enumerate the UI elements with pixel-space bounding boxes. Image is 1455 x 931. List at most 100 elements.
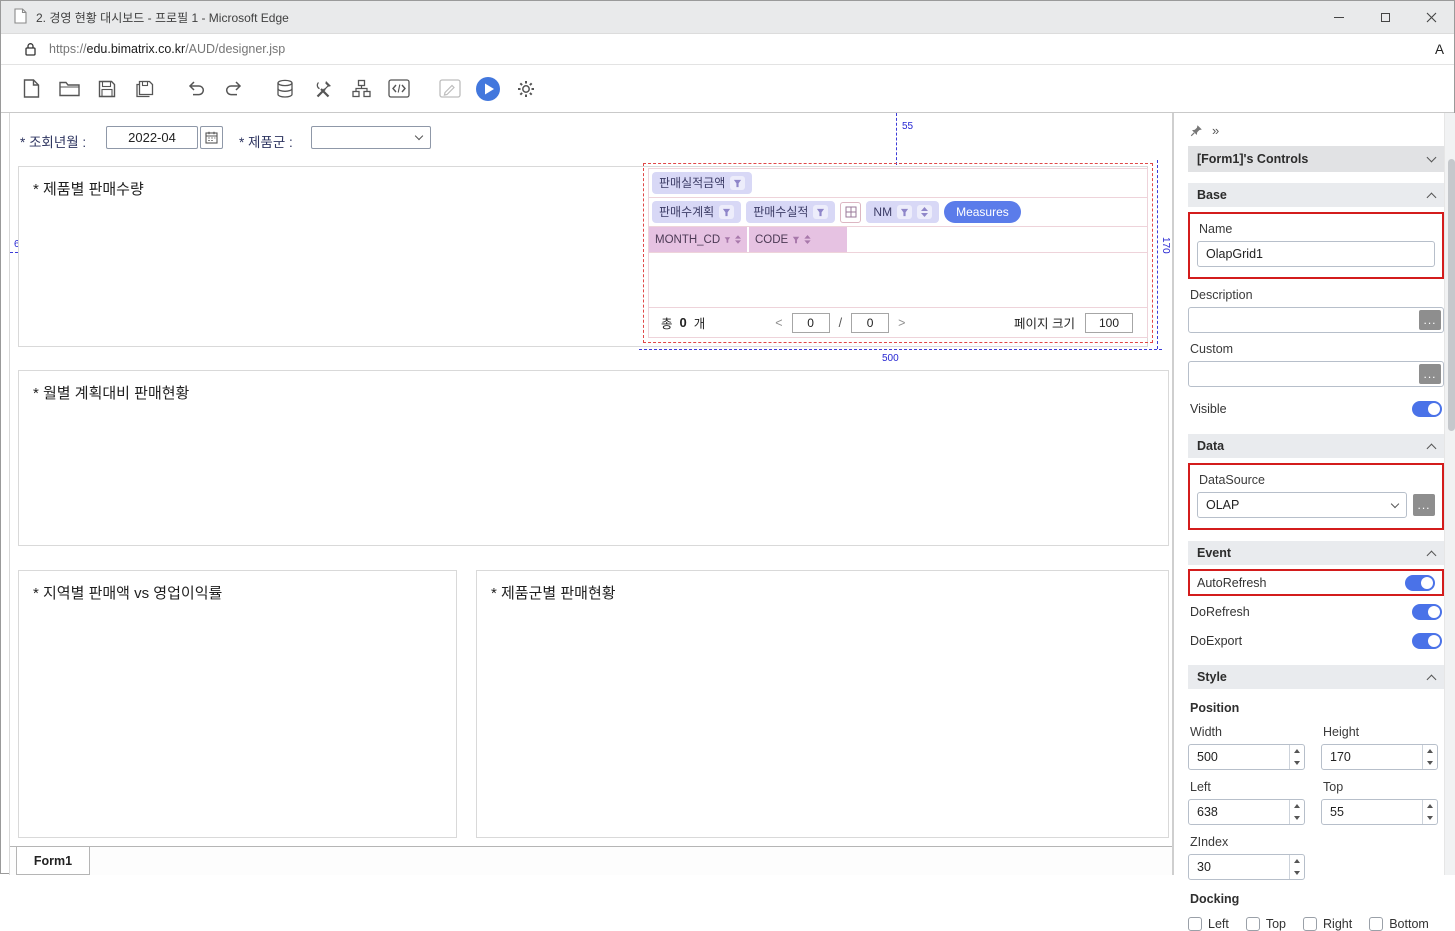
- section-data[interactable]: Data: [1188, 434, 1444, 458]
- row-field-cell[interactable]: CODE: [749, 227, 849, 252]
- top-input[interactable]: [1322, 800, 1422, 824]
- width-input[interactable]: [1189, 745, 1289, 769]
- docking-bottom-option[interactable]: Bottom: [1369, 917, 1429, 931]
- close-button[interactable]: [1408, 1, 1454, 33]
- undo-button[interactable]: [181, 74, 211, 104]
- visible-toggle[interactable]: [1412, 401, 1442, 417]
- spin-down-icon[interactable]: [1294, 871, 1300, 875]
- page-size-input[interactable]: [1085, 313, 1133, 333]
- section-base[interactable]: Base: [1188, 183, 1444, 207]
- docking-left-option[interactable]: Left: [1188, 917, 1229, 931]
- sitemap-button[interactable]: [346, 74, 376, 104]
- next-page-button[interactable]: >: [898, 316, 905, 330]
- checkbox-icon[interactable]: [1303, 917, 1317, 931]
- collapse-panel-icon[interactable]: »: [1212, 124, 1219, 137]
- spinner-buttons[interactable]: [1422, 745, 1437, 769]
- value-field-pill[interactable]: 판매실적금액: [652, 172, 752, 194]
- address-bar[interactable]: https://edu.bimatrix.co.kr/AUD/designer.…: [1, 34, 1454, 65]
- prev-page-button[interactable]: <: [775, 316, 782, 330]
- controls-dropdown[interactable]: [Form1]'s Controls: [1188, 146, 1444, 172]
- left-input[interactable]: [1189, 800, 1289, 824]
- measures-pill[interactable]: Measures: [944, 201, 1021, 223]
- dorefresh-toggle[interactable]: [1412, 604, 1442, 620]
- total-pages-input[interactable]: [851, 313, 889, 333]
- left-spinner[interactable]: [1188, 799, 1305, 825]
- row-field-cell[interactable]: MONTH_CD: [649, 227, 749, 252]
- spin-up-icon[interactable]: [1294, 749, 1300, 753]
- name-input[interactable]: [1197, 241, 1435, 267]
- tab-form1[interactable]: Form1: [16, 847, 90, 875]
- design-canvas[interactable]: * 조회년월 : * 제품군 : 55 638 * 제품별 판매수량 * 월별 …: [9, 113, 1173, 875]
- filter-icon[interactable]: [724, 236, 731, 244]
- lock-icon[interactable]: [25, 42, 36, 56]
- spin-down-icon[interactable]: [1294, 816, 1300, 820]
- filter-icon[interactable]: [792, 236, 800, 244]
- calendar-button[interactable]: [200, 126, 223, 149]
- maximize-button[interactable]: [1362, 1, 1408, 33]
- datasource-browse-button[interactable]: ...: [1413, 494, 1435, 516]
- spinner-buttons[interactable]: [1289, 855, 1304, 879]
- run-button[interactable]: [473, 74, 503, 104]
- settings-button[interactable]: [511, 74, 541, 104]
- spinner-buttons[interactable]: [1422, 800, 1437, 824]
- database-button[interactable]: [270, 74, 300, 104]
- sort-icon[interactable]: [917, 205, 932, 219]
- filter-icon[interactable]: [719, 205, 734, 219]
- description-input[interactable]: [1188, 307, 1444, 333]
- save-all-button[interactable]: [130, 74, 160, 104]
- nm-field-pill[interactable]: NM: [866, 201, 939, 223]
- read-aloud-icon[interactable]: A: [1435, 42, 1444, 57]
- filter-icon[interactable]: [813, 205, 828, 219]
- spin-down-icon[interactable]: [1427, 761, 1433, 765]
- checkbox-icon[interactable]: [1246, 917, 1260, 931]
- grid-layout-button[interactable]: [840, 202, 861, 223]
- current-page-input[interactable]: [792, 313, 830, 333]
- spinner-buttons[interactable]: [1289, 745, 1304, 769]
- panel-region-sales-vs-profit[interactable]: * 지역별 판매액 vs 영업이익률: [18, 570, 457, 838]
- doexport-toggle[interactable]: [1412, 633, 1442, 649]
- filter-icon[interactable]: [730, 176, 745, 190]
- height-spinner[interactable]: [1321, 744, 1438, 770]
- save-button[interactable]: [92, 74, 122, 104]
- spin-down-icon[interactable]: [1427, 816, 1433, 820]
- scrollbar[interactable]: [1444, 113, 1455, 875]
- date-input[interactable]: [106, 126, 198, 149]
- panel-monthly-plan-vs-sales[interactable]: * 월별 계획대비 판매현황: [18, 370, 1169, 546]
- tools-button[interactable]: [308, 74, 338, 104]
- spin-down-icon[interactable]: [1294, 761, 1300, 765]
- section-style[interactable]: Style: [1188, 665, 1444, 689]
- sort-icon[interactable]: [804, 235, 811, 244]
- spinner-buttons[interactable]: [1289, 800, 1304, 824]
- spin-up-icon[interactable]: [1294, 859, 1300, 863]
- zindex-spinner[interactable]: [1188, 854, 1305, 880]
- height-input[interactable]: [1322, 745, 1422, 769]
- description-browse-button[interactable]: ...: [1419, 310, 1441, 330]
- width-spinner[interactable]: [1188, 744, 1305, 770]
- custom-input[interactable]: [1188, 361, 1444, 387]
- minimize-button[interactable]: [1316, 1, 1362, 33]
- docking-right-option[interactable]: Right: [1303, 917, 1352, 931]
- zindex-input[interactable]: [1189, 855, 1289, 879]
- column-field-pill[interactable]: 판매수실적: [746, 201, 835, 223]
- url-text[interactable]: https://edu.bimatrix.co.kr/AUD/designer.…: [49, 42, 285, 56]
- custom-browse-button[interactable]: ...: [1419, 364, 1441, 384]
- section-event[interactable]: Event: [1188, 541, 1444, 565]
- code-editor-button[interactable]: [384, 74, 414, 104]
- filter-icon[interactable]: [897, 205, 912, 219]
- redo-button[interactable]: [219, 74, 249, 104]
- checkbox-icon[interactable]: [1369, 917, 1383, 931]
- spin-up-icon[interactable]: [1427, 804, 1433, 808]
- docking-top-option[interactable]: Top: [1246, 917, 1286, 931]
- open-folder-button[interactable]: [54, 74, 84, 104]
- panel-product-group-sales[interactable]: * 제품군별 판매현황: [476, 570, 1169, 838]
- spin-up-icon[interactable]: [1427, 749, 1433, 753]
- edit-button[interactable]: [435, 74, 465, 104]
- olap-grid-control[interactable]: 판매실적금액 판매수계획 판매수실적 NM: [648, 168, 1148, 338]
- autorefresh-toggle[interactable]: [1405, 575, 1435, 591]
- datasource-select[interactable]: OLAP: [1197, 492, 1407, 518]
- column-field-pill[interactable]: 판매수계획: [652, 201, 741, 223]
- new-document-button[interactable]: [16, 74, 46, 104]
- scrollbar-thumb[interactable]: [1448, 159, 1455, 431]
- product-select[interactable]: [311, 126, 431, 149]
- spin-up-icon[interactable]: [1294, 804, 1300, 808]
